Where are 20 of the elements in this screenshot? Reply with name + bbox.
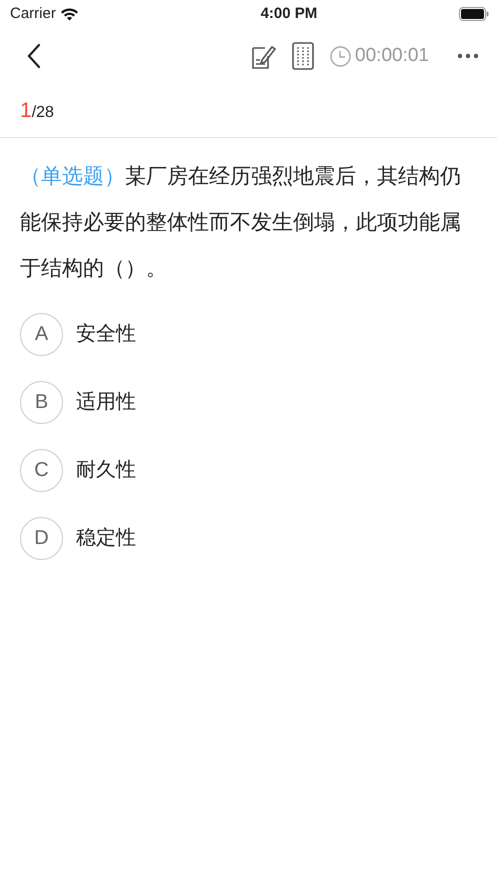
clock-time: 4:00 PM — [260, 4, 318, 24]
wifi-icon — [60, 7, 79, 21]
option-button[interactable]: D — [20, 516, 63, 560]
question-text: （单选题）某厂房在经历强烈地震后，其结构仍能保持必要的整体性而不发生倒塌，此项功能属于结构的（）。 — [19, 164, 462, 282]
carrier-label: Carrier — [10, 4, 56, 24]
battery-icon — [458, 7, 489, 21]
option-text: 耐久性 — [76, 458, 136, 483]
option-button[interactable]: B — [20, 380, 63, 424]
more-icon — [457, 53, 479, 59]
option-text: 安全性 — [76, 322, 136, 347]
option-text: 稳定性 — [76, 526, 136, 551]
option-button[interactable]: C — [20, 448, 63, 492]
answer-sheet-button[interactable] — [292, 42, 314, 70]
option-button[interactable]: A — [20, 312, 63, 356]
grid-icon — [292, 42, 314, 70]
back-button[interactable] — [26, 43, 42, 69]
option-text: 适用性 — [76, 390, 136, 415]
back-icon — [26, 43, 42, 69]
timer-text: 00:00:01 — [355, 44, 429, 68]
clock-icon — [330, 46, 352, 66]
